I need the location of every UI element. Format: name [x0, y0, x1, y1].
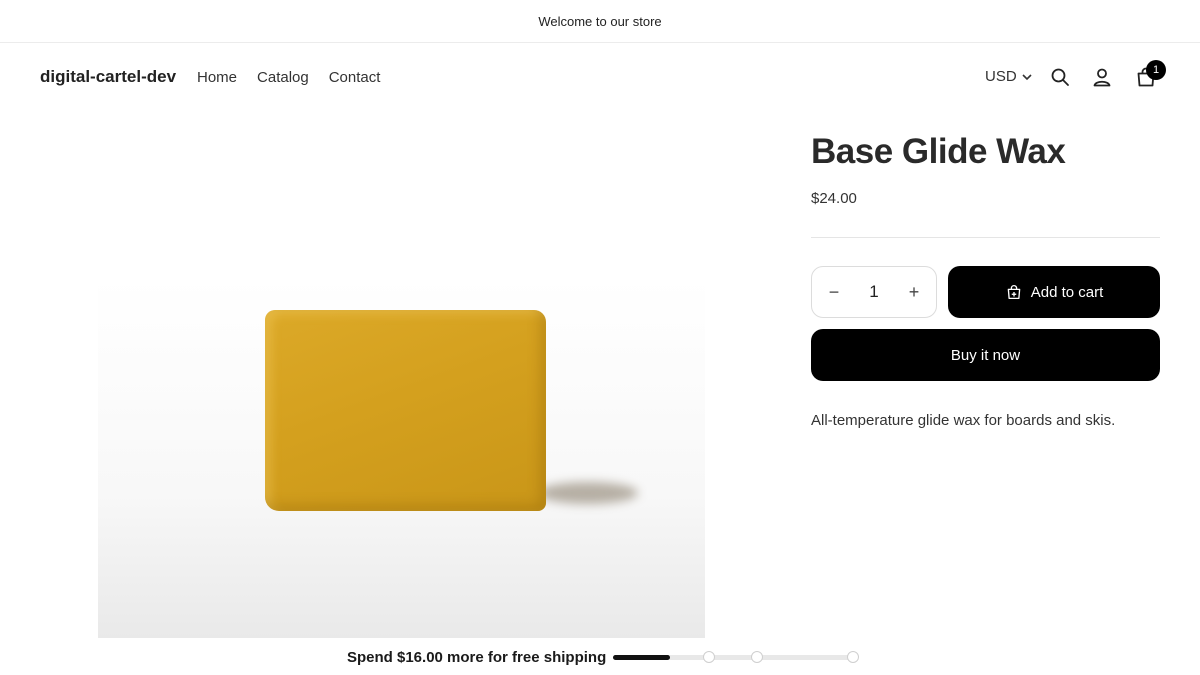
search-button[interactable] [1048, 65, 1072, 89]
buy-now-label: Buy it now [950, 346, 1021, 364]
currency-label: USD [985, 68, 1017, 85]
product-description: All-temperature glide wax for boards and… [811, 412, 1116, 429]
free-shipping-bar: Spend $16.00 more for free shipping [0, 638, 1200, 675]
nav-catalog[interactable]: Catalog [257, 69, 309, 86]
site-header: digital-cartel-dev Home Catalog Contact … [0, 43, 1200, 111]
buy-now-button[interactable]: Buy it now [811, 329, 1160, 381]
quantity-decrement-button[interactable]: − [826, 282, 842, 302]
product-price: $24.00 [811, 190, 857, 207]
quantity-value[interactable]: 1 [869, 282, 878, 302]
wax-bar-image [265, 310, 546, 511]
wax-shadow [538, 482, 638, 504]
shipping-milestone [847, 651, 859, 663]
add-to-cart-button[interactable]: Add to cart [948, 266, 1160, 318]
nav-contact[interactable]: Contact [329, 69, 381, 86]
cart-count-badge: 1 [1146, 60, 1166, 80]
add-to-cart-label: Add to cart [1030, 283, 1104, 301]
account-button[interactable] [1090, 65, 1114, 89]
free-shipping-message: Spend $16.00 more for free shipping [347, 649, 607, 666]
store-logo[interactable]: digital-cartel-dev [40, 67, 176, 87]
currency-selector[interactable]: USD [985, 68, 1033, 85]
shipping-milestone [751, 651, 763, 663]
shipping-progress-track [613, 651, 859, 663]
shipping-milestone [703, 651, 715, 663]
quantity-increment-button[interactable]: + [906, 282, 922, 302]
announcement-text: Welcome to our store [538, 13, 662, 29]
shipping-progress-fill [613, 655, 670, 660]
product-title: Base Glide Wax [811, 132, 1066, 171]
product-image[interactable] [98, 277, 705, 638]
divider [811, 237, 1160, 238]
quantity-stepper: − 1 + [811, 266, 937, 318]
user-icon [1093, 68, 1111, 87]
main-nav: Home Catalog Contact [197, 69, 380, 86]
announcement-bar: Welcome to our store [0, 0, 1200, 43]
nav-home[interactable]: Home [197, 69, 237, 86]
bag-plus-icon [1007, 285, 1021, 300]
search-icon [1051, 68, 1069, 86]
chevron-down-icon [1022, 73, 1032, 80]
